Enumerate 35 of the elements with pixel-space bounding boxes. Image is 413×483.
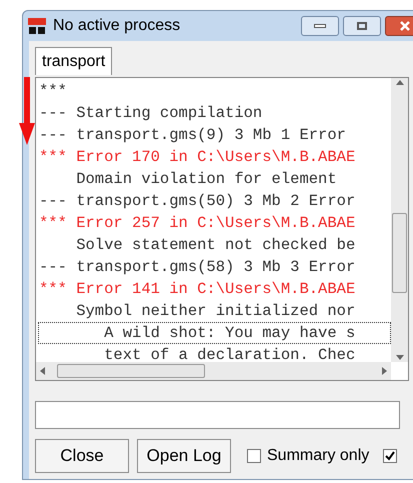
log-line: --- transport.gms(9) 3 Mb 1 Error xyxy=(38,125,347,146)
log-line: Domain violation for element xyxy=(75,169,338,190)
log-line: *** Error 141 in C:\Users\M.B.ABAE xyxy=(38,279,356,300)
scrollbar-thumb[interactable] xyxy=(392,213,407,293)
input-field[interactable] xyxy=(35,401,400,429)
scrollbar-thumb[interactable] xyxy=(57,364,205,378)
window-title: No active process xyxy=(53,16,180,36)
tab[interactable]: transport xyxy=(35,47,112,75)
minimize-button[interactable] xyxy=(301,16,339,36)
log-line: *** Error 257 in C:\Users\M.B.ABAE xyxy=(38,213,356,234)
checkbox[interactable] xyxy=(247,449,261,463)
log-line: --- transport.gms(50) 3 Mb 2 Error xyxy=(38,191,356,212)
scroll-right-icon xyxy=(382,367,387,375)
log-line: text of a declaration. Chec xyxy=(103,345,356,362)
dialog-button[interactable]: Close xyxy=(35,439,129,473)
checkbox-label: Summary only xyxy=(267,446,370,466)
log-line: *** Error 170 in C:\Users\M.B.ABAE xyxy=(38,147,356,168)
scroll-left-icon xyxy=(40,367,45,375)
scroll-down-icon xyxy=(396,355,404,360)
log-line: --- Starting compilation xyxy=(38,103,264,124)
horizontal-scrollbar[interactable] xyxy=(36,362,391,380)
log-line: *** xyxy=(38,81,68,102)
log-line: --- transport.gms(58) 3 Mb 3 Error xyxy=(38,257,356,278)
scroll-up-icon xyxy=(396,80,404,85)
maximize-button[interactable] xyxy=(343,16,381,36)
vertical-scrollbar[interactable] xyxy=(391,78,408,362)
checkmark-icon xyxy=(385,451,396,461)
log-line: Solve statement not checked be xyxy=(75,235,356,256)
checkbox[interactable] xyxy=(383,449,398,463)
dialog-button[interactable]: Open Log xyxy=(137,439,231,473)
app-logo-icon xyxy=(27,17,47,35)
annotation-arrow xyxy=(19,77,35,145)
log-line: Symbol neither initialized nor xyxy=(75,301,356,322)
close-button[interactable] xyxy=(385,16,413,36)
close-icon xyxy=(400,21,410,31)
